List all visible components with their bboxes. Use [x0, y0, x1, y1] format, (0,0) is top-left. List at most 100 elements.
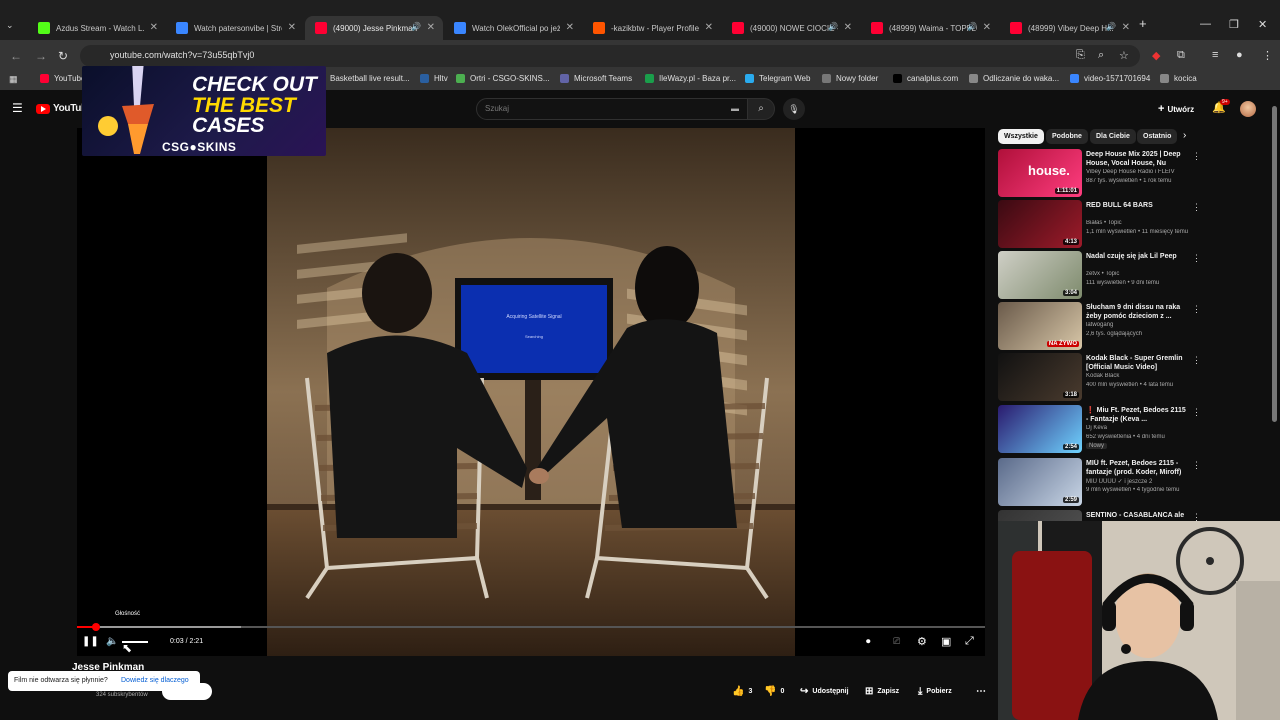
recommended-title[interactable]: ❗ Miu Ft. Pezet, Bedoes 2115 - Fantazje …	[1086, 406, 1190, 424]
browser-tab[interactable]: (49000) NOWE CIOCIE - ...🔊 ✕	[722, 16, 860, 40]
recommended-video[interactable]: house. 1:11:01 Deep House Mix 2025 | Deep …	[998, 149, 1201, 197]
dislike-button[interactable]: 👎 0	[764, 684, 784, 698]
learn-why-link[interactable]: Dowiedz się dlaczego	[121, 677, 189, 684]
video-frame[interactable]: Acquiring Satellite Signal Searching	[267, 128, 795, 656]
ad-banner[interactable]: CHECK OUT THE BEST CASES CSG●SKINS	[82, 66, 326, 156]
recommended-channel[interactable]: MIÜ ÜÜÜÜ ✓ i jeszcze 2	[1086, 478, 1198, 485]
like-button[interactable]: 👍 3	[732, 684, 752, 698]
progress-scrubber[interactable]	[92, 623, 101, 631]
audio-playing-icon[interactable]: 🔊	[1106, 22, 1116, 31]
close-tab-icon[interactable]: ✕	[427, 22, 435, 33]
audio-playing-icon[interactable]: 🔊	[967, 22, 977, 31]
share-button[interactable]: ↪ Udostępnij	[800, 684, 849, 698]
more-options-icon[interactable]: ⋮	[1192, 355, 1201, 366]
close-tab-icon[interactable]: ✕	[705, 22, 713, 33]
bookmark-item[interactable]: IleWazy.pl - Baza pr...	[645, 74, 736, 83]
volume-icon[interactable]: 🔈	[106, 636, 118, 647]
browser-tab[interactable]: (48999) Vibey Deep H... 🔊 ✕	[1000, 16, 1138, 40]
filter-chip[interactable]: Wszystkie	[998, 129, 1044, 144]
recommended-title[interactable]: MIÜ ft. Pezet, Bedoes 2115 - fantazje (p…	[1086, 459, 1190, 477]
bookmark-item[interactable]: Microsoft Teams	[560, 74, 632, 83]
bookmark-item[interactable]: Telegram Web	[745, 74, 810, 83]
recommended-title[interactable]: Słucham 9 dni dissu na raka żeby pomóc d…	[1086, 303, 1190, 321]
bookmark-item[interactable]: Basketball live result...	[316, 74, 410, 83]
recommended-channel[interactable]: zetvx • Topic	[1086, 271, 1198, 277]
recommended-channel[interactable]: Vibey Deep House Radio i FLEIV	[1086, 169, 1198, 175]
extensions-puzzle-icon[interactable]: ⧉	[1177, 49, 1185, 62]
voice-search-button[interactable]: 🎙	[783, 98, 805, 120]
close-tab-icon[interactable]: ✕	[288, 22, 296, 33]
more-options-icon[interactable]: ⋮	[1192, 151, 1201, 162]
video-thumbnail[interactable]: house. 1:11:01	[998, 149, 1082, 197]
browser-tab[interactable]: Watch patersonvibe | Stre... ✕	[166, 16, 304, 40]
menu-kebab-icon[interactable]: ⋮	[1262, 49, 1273, 62]
subtitles-icon[interactable]: ⎚	[893, 636, 900, 647]
media-control-icon[interactable]: ≡	[1212, 49, 1218, 61]
recommended-title[interactable]: RED BULL 64 BARS	[1086, 201, 1190, 210]
apps-grid-icon[interactable]: ▦	[9, 74, 18, 85]
browser-tab[interactable]: (49000) Jesse Pinkman 🔊 ✕	[305, 16, 443, 40]
filter-chip[interactable]: Ostatnio	[1137, 129, 1178, 144]
bookmark-star-icon[interactable]: ☆	[1119, 49, 1129, 62]
recommended-video[interactable]: 3:04 Nadal czuję się jak Lil Peep zetvx • …	[998, 251, 1201, 299]
autoplay-toggle[interactable]: ⏺	[866, 636, 871, 647]
more-options-icon[interactable]: ⋮	[1192, 407, 1201, 418]
more-options-icon[interactable]: ⋮	[1192, 253, 1201, 264]
notifications-button[interactable]: 🔔 9+	[1212, 99, 1230, 114]
filter-chip[interactable]: Dla Ciebie	[1090, 129, 1136, 144]
bookmark-item[interactable]: kocica	[1160, 74, 1197, 83]
close-tab-icon[interactable]: ✕	[844, 22, 852, 33]
close-tab-icon[interactable]: ✕	[150, 22, 158, 33]
search-button[interactable]: ⌕	[747, 98, 775, 120]
search-input[interactable]: Szukaj ▬	[476, 98, 748, 120]
create-button[interactable]: + Utwórz	[1158, 103, 1194, 115]
bookmark-item[interactable]: Odliczanie do waka...	[969, 74, 1059, 83]
audio-playing-icon[interactable]: 🔊	[411, 22, 421, 31]
new-tab-button[interactable]: +	[1139, 16, 1147, 31]
maximize-button[interactable]: ❐	[1229, 18, 1239, 31]
video-thumbnail[interactable]: 2:54	[998, 405, 1082, 453]
fullscreen-icon[interactable]: ⤢	[965, 635, 974, 648]
video-thumbnail[interactable]: 2:59	[998, 458, 1082, 506]
recommended-title[interactable]: Deep House Mix 2025 | Deep House, Vocal …	[1086, 150, 1190, 168]
recommended-video[interactable]: 4:13 RED BULL 64 BARS Białas • Topic 1,1 ml…	[998, 200, 1201, 248]
close-tab-icon[interactable]: ✕	[983, 22, 991, 33]
filter-chip[interactable]: Podobne	[1046, 129, 1088, 144]
tab-search-icon[interactable]: ⌄	[6, 20, 14, 31]
account-avatar[interactable]	[1240, 101, 1256, 117]
recommended-video[interactable]: NA ŻYWO Słucham 9 dni dissu na raka żeby …	[998, 302, 1201, 350]
more-actions-button[interactable]: ⋯	[976, 684, 986, 698]
recommended-channel[interactable]: Białas • Topic	[1086, 220, 1198, 226]
recommended-video[interactable]: 3:18 Kodak Black - Super Gremlin [Officia…	[998, 353, 1201, 401]
minimize-button[interactable]: —	[1200, 18, 1211, 30]
zoom-icon[interactable]: ⌕	[1098, 49, 1104, 62]
profile-avatar-icon[interactable]: ●	[1236, 49, 1243, 61]
bookmark-item[interactable]: video-1571701694	[1070, 74, 1150, 83]
close-tab-icon[interactable]: ✕	[566, 22, 574, 33]
address-bar[interactable]: youtube.com/watch?v=73u55qbTvj0	[80, 45, 1140, 67]
recommended-title[interactable]: Nadal czuję się jak Lil Peep	[1086, 252, 1190, 261]
browser-tab[interactable]: -kazikbtw - Player Profile... ✕	[583, 16, 721, 40]
save-button[interactable]: ⊞ Zapisz	[865, 684, 899, 698]
recommended-channel[interactable]: Kodak Black	[1086, 373, 1198, 379]
video-thumbnail[interactable]: NA ŻYWO	[998, 302, 1082, 350]
extension-icon[interactable]: ◆	[1152, 49, 1160, 62]
bookmark-item[interactable]: canalplus.com	[893, 74, 958, 83]
reload-icon[interactable]: ↻	[58, 49, 68, 63]
browser-tab[interactable]: Azdus Stream - Watch L... ✕	[28, 16, 166, 40]
video-thumbnail[interactable]: 3:04	[998, 251, 1082, 299]
more-options-icon[interactable]: ⋮	[1192, 304, 1201, 315]
pause-button[interactable]: ❚❚	[82, 636, 99, 647]
bookmark-item[interactable]: Ortri - CSGO-SKINS...	[456, 74, 550, 83]
recommended-title[interactable]: Kodak Black - Super Gremlin [Official Mu…	[1086, 354, 1190, 372]
settings-gear-icon[interactable]: ⚙	[917, 635, 927, 648]
recommended-video[interactable]: 2:59 MIÜ ft. Pezet, Bedoes 2115 - fantazj…	[998, 458, 1201, 506]
audio-playing-icon[interactable]: 🔊	[828, 22, 838, 31]
more-options-icon[interactable]: ⋮	[1192, 460, 1201, 471]
browser-tab[interactable]: Watch OlekOfficial po jeż... ✕	[444, 16, 582, 40]
forward-icon[interactable]: →	[35, 49, 47, 63]
bookmark-item[interactable]: Nowy folder	[822, 74, 878, 83]
hamburger-menu-icon[interactable]: ☰	[12, 101, 23, 115]
bookmark-item[interactable]: Hltv	[420, 74, 448, 83]
recommended-video[interactable]: 2:54 ❗ Miu Ft. Pezet, Bedoes 2115 - Fanta…	[998, 405, 1201, 453]
